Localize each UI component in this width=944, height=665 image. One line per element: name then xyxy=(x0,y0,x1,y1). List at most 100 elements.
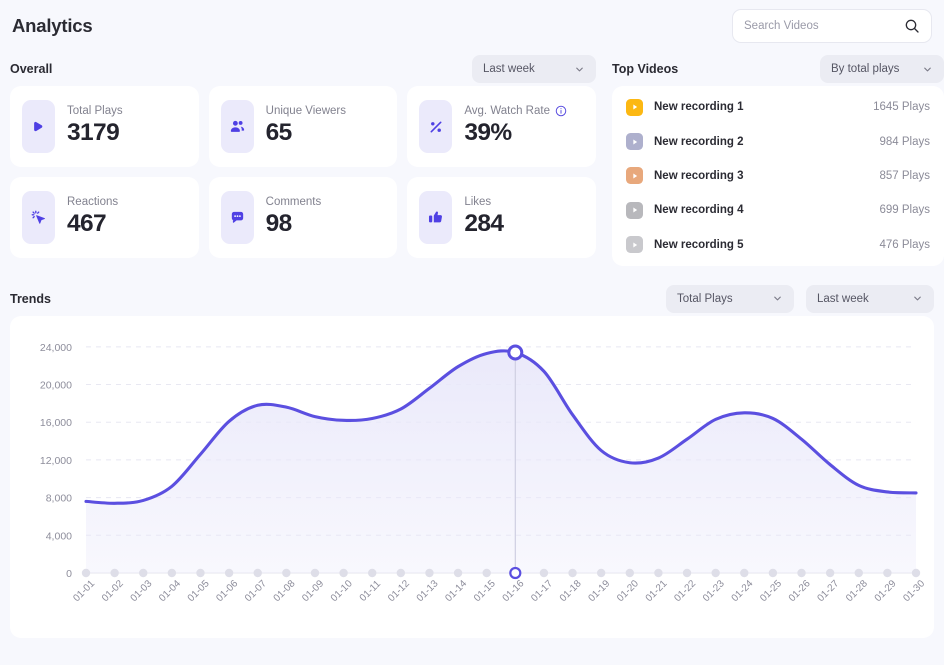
stat-value: 65 xyxy=(265,119,293,147)
svg-text:01-19: 01-19 xyxy=(586,578,612,604)
trends-title: Trends xyxy=(10,291,51,306)
video-title: New recording 2 xyxy=(654,135,744,148)
svg-text:01-10: 01-10 xyxy=(329,578,355,604)
stat-card-total-plays: Total Plays 3179 xyxy=(10,86,199,167)
list-item[interactable]: New recording 3 857 Plays xyxy=(626,159,930,193)
overall-range-dropdown[interactable]: Last week xyxy=(472,55,596,83)
svg-text:01-21: 01-21 xyxy=(644,578,670,604)
video-thumbnail-icon xyxy=(626,201,643,219)
overall-header: Overall Last week xyxy=(10,52,596,86)
top-videos-title: Top Videos xyxy=(612,62,679,76)
stat-label-text: Avg. Watch Rate xyxy=(464,105,550,118)
stat-label-text: Comments xyxy=(265,196,322,209)
svg-text:01-29: 01-29 xyxy=(873,578,899,604)
list-item[interactable]: New recording 2 984 Plays xyxy=(626,124,930,158)
stat-body: Comments 98 xyxy=(266,196,322,238)
svg-text:8,000: 8,000 xyxy=(46,493,72,505)
top-videos-section: Top Videos By total plays New recording … xyxy=(612,52,944,266)
stat-value: 467 xyxy=(67,210,107,238)
search-icon[interactable] xyxy=(904,18,920,34)
chevron-down-icon xyxy=(924,67,931,71)
comment-icon xyxy=(220,191,254,244)
stat-value: 98 xyxy=(265,210,293,238)
video-thumbnail-icon xyxy=(626,98,643,116)
search-videos-box[interactable] xyxy=(732,9,932,43)
chevron-down-icon xyxy=(914,296,921,301)
svg-text:01-14: 01-14 xyxy=(443,578,469,604)
svg-text:4,000: 4,000 xyxy=(46,530,72,542)
svg-text:20,000: 20,000 xyxy=(40,379,72,391)
analytics-page: Analytics Overall Last week xyxy=(0,0,944,665)
top-videos-sort-dropdown[interactable]: By total plays xyxy=(820,55,944,83)
stat-label: Total Plays xyxy=(67,105,123,117)
svg-text:01-25: 01-25 xyxy=(758,578,784,604)
svg-text:01-30: 01-30 xyxy=(901,578,927,604)
trends-filters: Total Plays Last week xyxy=(666,284,934,313)
trends-metric-label: Total Plays xyxy=(677,292,733,305)
svg-text:01-03: 01-03 xyxy=(129,578,155,604)
percent-icon xyxy=(419,100,453,153)
cursor-click-icon xyxy=(22,191,55,244)
chevron-down-icon xyxy=(774,296,781,301)
svg-text:0: 0 xyxy=(66,568,72,580)
svg-text:01-22: 01-22 xyxy=(672,578,698,604)
stat-label-text: Reactions xyxy=(67,196,119,209)
list-item[interactable]: New recording 1 1645 Plays xyxy=(626,90,930,124)
stat-card-comments: Comments 98 xyxy=(208,177,398,258)
main-columns: Overall Last week Total Plays 3179 Uniqu… xyxy=(10,52,944,266)
trends-range-dropdown[interactable]: Last week xyxy=(806,284,934,313)
top-videos-list: New recording 1 1645 Plays New recording… xyxy=(612,86,944,266)
video-thumbnail-icon xyxy=(626,167,643,185)
svg-text:01-07: 01-07 xyxy=(243,578,269,604)
svg-text:01-28: 01-28 xyxy=(844,578,870,604)
overall-title: Overall xyxy=(10,62,53,76)
stat-label-text: Likes xyxy=(464,196,492,209)
video-plays: 984 Plays xyxy=(879,135,930,148)
svg-text:01-06: 01-06 xyxy=(214,578,240,604)
svg-text:01-12: 01-12 xyxy=(386,578,412,604)
svg-text:01-18: 01-18 xyxy=(558,578,584,604)
video-thumbnail-icon xyxy=(626,236,643,254)
svg-text:01-26: 01-26 xyxy=(787,578,813,604)
overall-section: Overall Last week Total Plays 3179 Uniqu… xyxy=(10,52,596,258)
stat-label: Comments xyxy=(266,196,322,208)
stat-card-avg-watch-rate: Avg. Watch Rate 39% xyxy=(407,86,596,167)
svg-text:01-02: 01-02 xyxy=(100,578,126,604)
svg-text:01-24: 01-24 xyxy=(730,578,756,604)
stat-label: Reactions xyxy=(67,196,118,208)
play-icon xyxy=(22,100,55,153)
svg-text:01-11: 01-11 xyxy=(358,578,384,604)
video-plays: 699 Plays xyxy=(879,204,930,217)
trends-metric-dropdown[interactable]: Total Plays xyxy=(666,284,794,313)
stat-label-text: Total Plays xyxy=(67,105,123,118)
stat-body: Likes 284 xyxy=(464,196,504,238)
stat-body: Total Plays 3179 xyxy=(67,105,123,147)
list-item[interactable]: New recording 5 476 Plays xyxy=(626,228,930,262)
trends-area-chart[interactable]: 0 4,000 8,000 12,000 16,000 20,000 24,000 01-01… xyxy=(10,316,934,638)
svg-text:01-04: 01-04 xyxy=(157,578,183,604)
stat-value: 3179 xyxy=(67,119,120,147)
svg-text:24,000: 24,000 xyxy=(40,342,72,354)
svg-text:01-16: 01-16 xyxy=(501,578,527,604)
svg-text:01-17: 01-17 xyxy=(529,578,555,604)
search-input[interactable] xyxy=(744,20,894,32)
video-title: New recording 1 xyxy=(654,101,744,114)
stat-card-unique-viewers: Unique Viewers 65 xyxy=(208,86,398,167)
video-title: New recording 3 xyxy=(654,169,744,182)
video-plays: 1645 Plays xyxy=(873,101,930,114)
svg-text:01-08: 01-08 xyxy=(272,578,298,604)
svg-text:01-15: 01-15 xyxy=(472,578,498,604)
svg-text:01-09: 01-09 xyxy=(300,578,326,604)
info-icon[interactable] xyxy=(555,105,567,117)
stat-body: Reactions 467 xyxy=(67,196,118,238)
page-title: Analytics xyxy=(12,15,93,36)
top-videos-sort-label: By total plays xyxy=(831,63,900,75)
video-plays: 857 Plays xyxy=(879,169,930,182)
stat-value: 284 xyxy=(464,210,504,238)
thumbs-up-icon xyxy=(419,191,453,244)
chevron-down-icon xyxy=(576,67,583,71)
svg-text:01-23: 01-23 xyxy=(701,578,727,604)
list-item[interactable]: New recording 4 699 Plays xyxy=(626,193,930,227)
svg-text:01-01: 01-01 xyxy=(71,578,97,604)
top-bar: Analytics xyxy=(10,0,934,52)
